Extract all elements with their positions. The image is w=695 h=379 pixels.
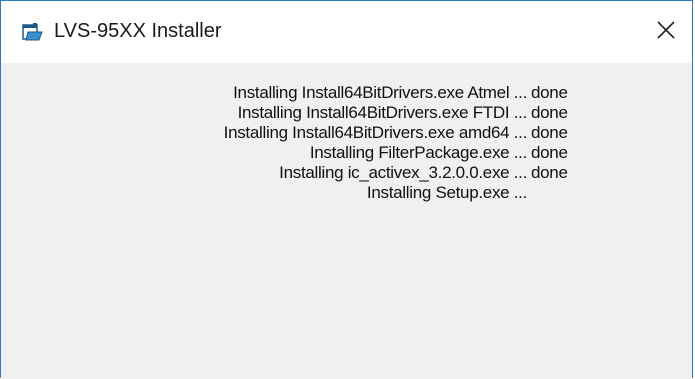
close-button[interactable] [646, 12, 686, 52]
log-line-text: Installing Install64BitDrivers.exe amd64… [223, 123, 528, 142]
log-line-text: Installing ic_activex_3.2.0.0.exe ... [279, 163, 527, 182]
log-line-status: done [531, 123, 568, 142]
installer-client-area: Installing Install64BitDrivers.exe Atmel… [1, 63, 692, 379]
log-line: Installing Install64BitDrivers.exe amd64… [224, 123, 579, 143]
log-line-text: Installing Install64BitDrivers.exe Atmel… [233, 83, 527, 102]
installer-window-icon [22, 22, 44, 42]
close-icon [656, 20, 676, 45]
log-line-status: done [531, 143, 568, 162]
installer-window: LVS-95XX Installer Installing Install64B… [0, 0, 693, 379]
log-line-status: done [531, 103, 568, 122]
log-line: Installing ic_activex_3.2.0.0.exe ... don… [224, 163, 579, 183]
log-line: Installing Install64BitDrivers.exe Atmel… [224, 83, 579, 103]
log-line-text: Installing Install64BitDrivers.exe FTDI … [237, 103, 528, 122]
log-line-text: Installing Setup.exe ... [366, 183, 527, 202]
log-line-status: done [531, 83, 568, 102]
log-line: Installing Setup.exe ... [224, 183, 579, 203]
log-line-text: Installing FilterPackage.exe ... [309, 143, 527, 162]
title-bar[interactable]: LVS-95XX Installer [1, 1, 692, 63]
log-line: Installing Install64BitDrivers.exe FTDI … [224, 103, 579, 123]
window-title: LVS-95XX Installer [54, 20, 222, 42]
log-line: Installing FilterPackage.exe ... done [224, 143, 579, 163]
log-line-status: done [531, 163, 568, 182]
install-log: Installing Install64BitDrivers.exe Atmel… [224, 83, 579, 203]
